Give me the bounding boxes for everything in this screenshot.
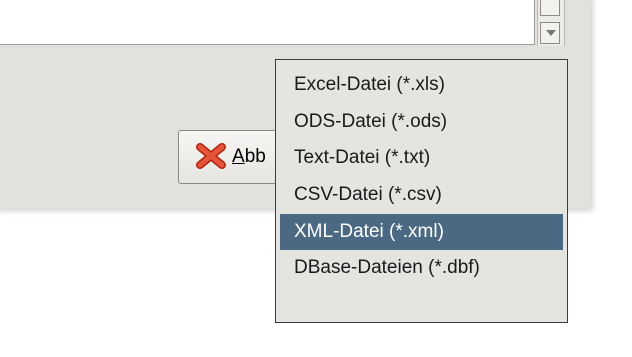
cancel-x-icon [196, 143, 226, 169]
menu-item-excel[interactable]: Excel-Datei (*.xls) [280, 67, 563, 104]
scroll-down-arrow-icon [546, 30, 556, 36]
menu-item-xml[interactable]: XML-Datei (*.xml) [280, 213, 563, 251]
scrollbar-thumb[interactable] [540, 0, 560, 16]
file-type-dropdown-menu: Excel-Datei (*.xls) ODS-Datei (*.ods) Te… [275, 59, 568, 323]
vertical-scrollbar[interactable] [537, 0, 565, 46]
scroll-down-button[interactable] [540, 22, 560, 44]
menu-item-dbase[interactable]: DBase-Dateien (*.dbf) [280, 250, 563, 287]
file-list-area[interactable] [0, 0, 535, 45]
cancel-button-label: Abb [232, 146, 266, 167]
menu-item-csv[interactable]: CSV-Datei (*.csv) [280, 177, 563, 214]
menu-item-ods[interactable]: ODS-Datei (*.ods) [280, 104, 563, 141]
menu-item-text[interactable]: Text-Datei (*.txt) [280, 140, 563, 177]
